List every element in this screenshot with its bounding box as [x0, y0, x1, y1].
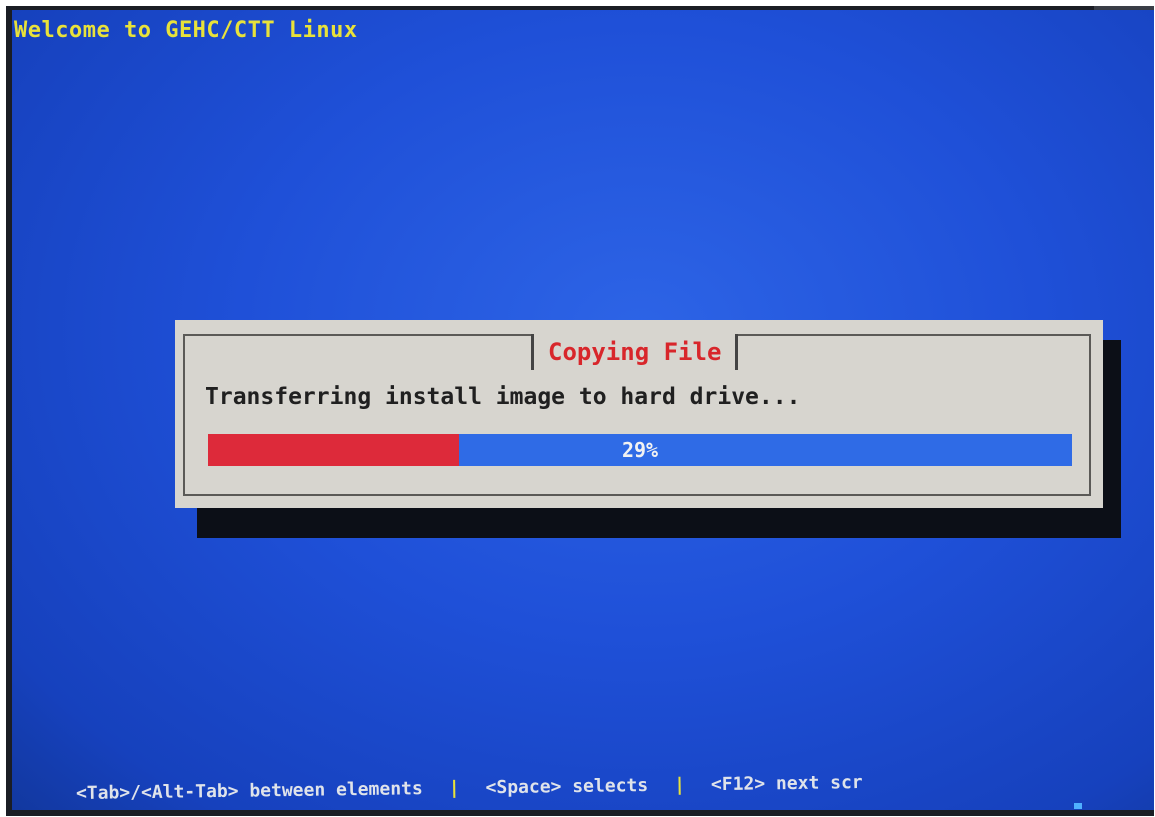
keyboard-help-bar: <Tab>/<Alt-Tab> between elements | <Space>… [76, 768, 1154, 804]
copying-file-dialog: Copying File Transferring install image … [175, 320, 1103, 508]
help-item-tab: <Tab>/<Alt-Tab> between elements [75, 778, 423, 804]
dialog-frame: Copying File [183, 334, 1091, 496]
console-screen: Welcome to GEHC/CTT Linux Copying File T… [12, 10, 1154, 810]
progress-bar: 29% [208, 434, 1072, 466]
help-item-f12: <F12> next scr [710, 772, 863, 796]
dialog-message: Transferring install image to hard drive… [205, 384, 801, 410]
help-separator: | [448, 777, 460, 799]
progress-percent-label: 29% [621, 438, 659, 462]
text-cursor [1074, 803, 1082, 809]
help-separator: | [673, 774, 686, 796]
monitor-frame: Welcome to GEHC/CTT Linux Copying File T… [0, 0, 1155, 817]
welcome-banner: Welcome to GEHC/CTT Linux [14, 18, 358, 43]
help-item-space: <Space> selects [485, 775, 649, 799]
dialog-title: Copying File [531, 334, 739, 370]
